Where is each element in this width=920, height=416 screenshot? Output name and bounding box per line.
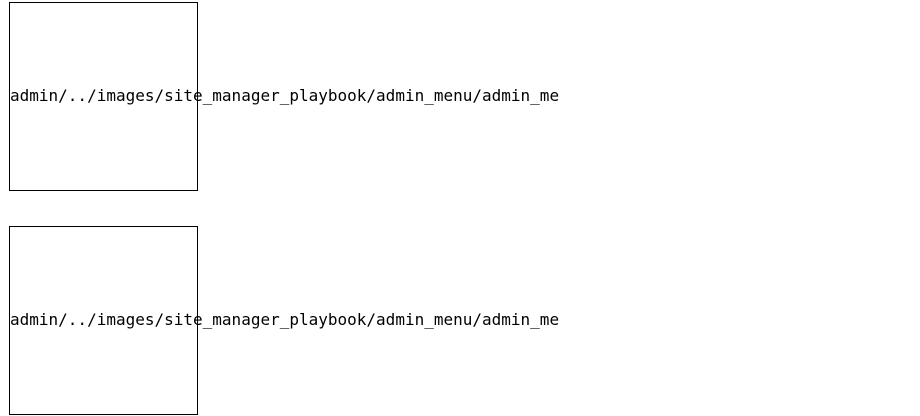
broken-image-1-alt-text: admin/../images/site_manager_playbook/ad… [10, 86, 560, 105]
broken-image-2-alt-text: admin/../images/site_manager_playbook/ad… [10, 310, 560, 329]
